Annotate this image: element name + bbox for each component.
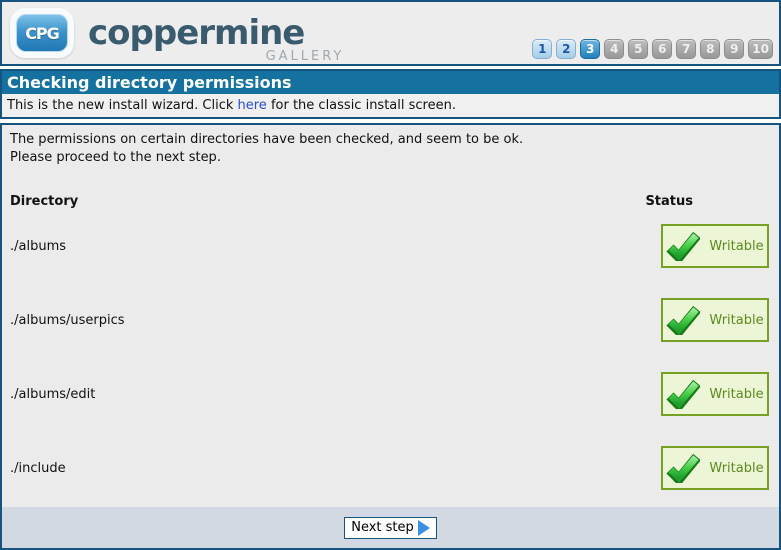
status-badge: Writable xyxy=(661,298,769,342)
footer-bar: Next step xyxy=(2,507,779,548)
column-header-directory: Directory xyxy=(10,194,78,209)
wizard-step-indicator: 1 2 3 4 5 6 7 8 9 10 xyxy=(532,39,773,59)
directory-path: ./albums xyxy=(10,239,66,254)
directory-path: ./albums/edit xyxy=(10,387,95,402)
status-label: Writable xyxy=(709,313,763,328)
main-panel: The permissions on certain directories h… xyxy=(0,123,781,550)
brand-name: coppermine xyxy=(88,16,304,50)
status-badge: Writable xyxy=(661,372,769,416)
checkmark-icon xyxy=(666,305,700,335)
step-10-button[interactable]: 10 xyxy=(748,39,773,59)
cpg-logo-icon: CPG xyxy=(16,14,68,52)
brand-subtitle: GALLERY xyxy=(266,49,345,64)
proceed-message: Please proceed to the next step. xyxy=(10,149,771,167)
table-row: ./albums/userpics Writable xyxy=(10,283,771,357)
table-row: ./albums/edit Writable xyxy=(10,357,771,431)
column-header-status: Status xyxy=(645,194,693,209)
status-label: Writable xyxy=(709,461,763,476)
directory-path: ./include xyxy=(10,461,66,476)
permissions-message: The permissions on certain directories h… xyxy=(10,131,771,149)
directory-permissions-table: Directory Status ./albums Writable xyxy=(10,194,771,505)
header: CPG coppermine GALLERY 1 2 3 4 5 6 7 8 9… xyxy=(0,0,781,66)
status-label: Writable xyxy=(709,387,763,402)
table-row: ./include Writable xyxy=(10,431,771,505)
wizard-title-section: Checking directory permissions This is t… xyxy=(0,69,781,119)
checkmark-icon xyxy=(666,453,700,483)
checkmark-icon xyxy=(666,379,700,409)
step-1-button[interactable]: 1 xyxy=(532,39,552,59)
step-8-button[interactable]: 8 xyxy=(700,39,720,59)
next-step-button[interactable]: Next step xyxy=(344,517,437,539)
page-title: Checking directory permissions xyxy=(2,71,779,94)
content-area: The permissions on certain directories h… xyxy=(2,125,779,507)
table-row: ./albums Writable xyxy=(10,209,771,283)
brand: coppermine GALLERY xyxy=(88,16,304,50)
step-7-button[interactable]: 7 xyxy=(676,39,696,59)
step-2-button[interactable]: 2 xyxy=(556,39,576,59)
directory-path: ./albums/userpics xyxy=(10,313,125,328)
step-9-button[interactable]: 9 xyxy=(724,39,744,59)
checkmark-icon xyxy=(666,231,700,261)
step-5-button[interactable]: 5 xyxy=(628,39,648,59)
status-badge: Writable xyxy=(661,224,769,268)
step-4-button[interactable]: 4 xyxy=(604,39,624,59)
note-text-after: for the classic install screen. xyxy=(267,98,456,113)
classic-install-link[interactable]: here xyxy=(238,98,267,113)
step-6-button[interactable]: 6 xyxy=(652,39,672,59)
note-text-before: This is the new install wizard. Click xyxy=(7,98,238,113)
coppermine-logo: CPG xyxy=(10,8,74,58)
status-label: Writable xyxy=(709,239,763,254)
install-wizard-note: This is the new install wizard. Click he… xyxy=(2,94,779,117)
next-step-label: Next step xyxy=(351,520,414,535)
next-arrow-icon xyxy=(418,520,430,536)
status-badge: Writable xyxy=(661,446,769,490)
step-3-button[interactable]: 3 xyxy=(580,39,600,59)
